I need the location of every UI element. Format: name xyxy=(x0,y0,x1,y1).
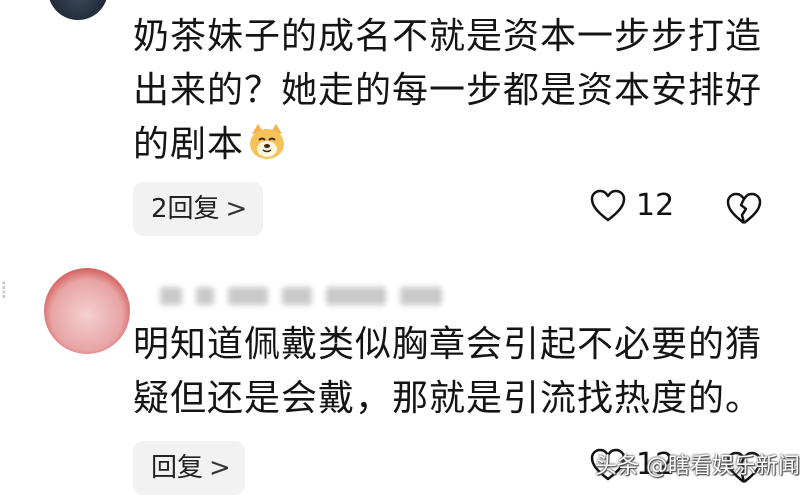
dog-face-icon xyxy=(250,124,285,159)
reply-button-2-label: 回复 xyxy=(151,453,204,483)
blurred-username xyxy=(160,285,442,307)
side-marker: ⁞ xyxy=(0,276,8,304)
reply-button-1-label: 2回复 xyxy=(151,194,220,224)
chevron-right-icon: > xyxy=(225,194,248,224)
comment-1-text: 奶茶妹子的成名不就是资本一步步打造 出来的？她走的每一步都是资本安排好 的剧本 xyxy=(133,10,762,172)
comment-2-line-2: 疑但还是会戴，那就是引流找热度的。 xyxy=(133,378,763,419)
chevron-right-icon: > xyxy=(209,453,231,483)
comment-1-line-1: 奶茶妹子的成名不就是资本一步步打造 xyxy=(133,16,763,57)
like-button-1[interactable]: 12 xyxy=(590,188,674,223)
reply-button-1[interactable]: 2回复 > xyxy=(133,182,263,236)
broken-heart-icon[interactable] xyxy=(726,192,762,226)
avatar-comment-2[interactable] xyxy=(44,268,130,354)
avatar-top-user[interactable] xyxy=(48,0,108,20)
like-count-1: 12 xyxy=(636,188,675,223)
watermark: 头条 @瞎看娱乐新闻 xyxy=(595,454,800,479)
heart-icon xyxy=(590,189,626,221)
comment-2-text: 明知道佩戴类似胸章会引起不必要的猜 疑但还是会戴，那就是引流找热度的。 xyxy=(133,318,762,426)
comment-1-line-2: 出来的？她走的每一步都是资本安排好 xyxy=(133,70,763,111)
comment-1-line-3: 的剧本 xyxy=(133,118,762,172)
reply-button-2[interactable]: 回复 > xyxy=(133,441,245,495)
comment-2-line-1: 明知道佩戴类似胸章会引起不必要的猜 xyxy=(133,324,763,365)
